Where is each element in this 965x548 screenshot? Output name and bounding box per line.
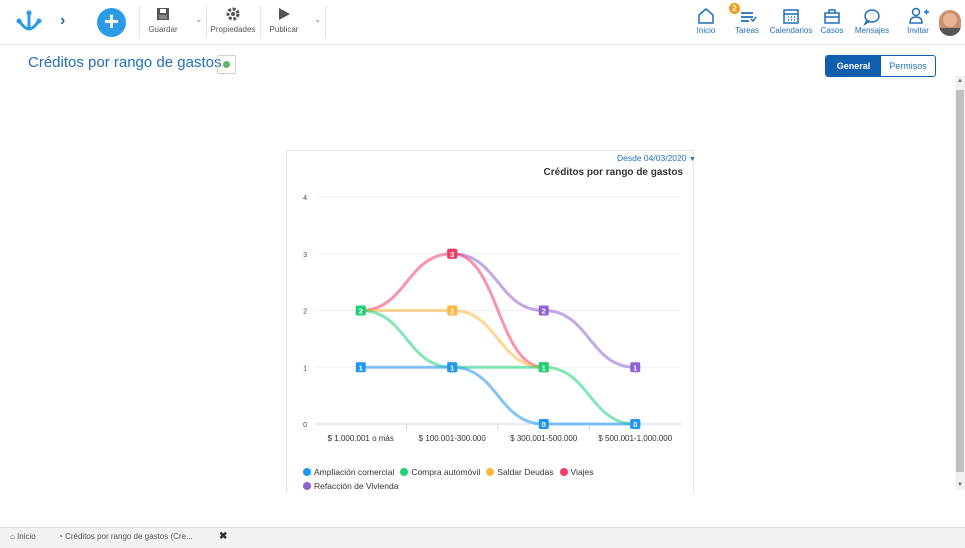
user-avatar[interactable] — [939, 10, 961, 36]
status-indicator-button[interactable] — [217, 55, 236, 74]
legend-label: Viajes — [570, 467, 594, 477]
scroll-up-arrow-icon[interactable]: ▲ — [957, 78, 963, 84]
publish-button[interactable]: Publicar — [268, 6, 300, 34]
y-tick-label: 1 — [303, 365, 307, 372]
data-point-label: 1 — [542, 363, 546, 372]
x-tick-label: $ 300.001-500.000 — [510, 434, 578, 443]
x-tick-label: $ 1.000.001 o más — [328, 434, 394, 443]
legend-item[interactable]: Compra automóvil — [400, 465, 480, 479]
save-button[interactable]: Guardar — [148, 6, 178, 34]
legend-item[interactable]: Ampliación comercial — [303, 465, 394, 479]
legend-label: Ampliación comercial — [314, 467, 395, 477]
y-tick-label: 3 — [303, 252, 307, 259]
data-point-label: 0 — [542, 420, 546, 429]
toolbar-divider — [260, 6, 261, 38]
nav-mensajes[interactable]: Mensajes — [854, 6, 890, 35]
legend-dot-icon — [559, 468, 568, 476]
series-line — [359, 365, 637, 426]
legend-label: Compra automóvil — [411, 467, 481, 477]
legend-label: Refacción de Vivienda — [314, 481, 399, 491]
chart-icon: ◔ — [58, 532, 63, 541]
data-point-label: 1 — [359, 363, 363, 372]
legend-item[interactable]: Saldar Deudas — [486, 465, 554, 479]
properties-label: Propiedades — [210, 25, 256, 34]
publish-label: Publicar — [269, 25, 299, 34]
bottom-tab-inicio[interactable]: ⌂ Inicio — [10, 532, 36, 541]
message-icon — [863, 9, 880, 26]
bottom-tab-current[interactable]: ◔ Créditos por rango de gastos (Cre... — [58, 532, 193, 541]
play-icon — [279, 8, 290, 20]
home-icon — [698, 8, 714, 24]
scrollbar-thumb[interactable] — [956, 90, 964, 472]
app-logo-icon[interactable] — [16, 9, 42, 35]
toolbar-divider — [139, 6, 140, 38]
properties-button[interactable]: Propiedades — [210, 6, 256, 34]
close-tab-icon[interactable]: ✖ — [219, 531, 227, 542]
data-point-label: 2 — [450, 307, 454, 316]
nav-calendarios[interactable]: Calendarios — [768, 6, 814, 35]
bottom-tab-current-label: Créditos por rango de gastos (Cre... — [65, 532, 193, 541]
nav-invitar-label: Invitar — [907, 26, 929, 35]
data-point-label: 0 — [633, 420, 637, 429]
chart-legend: Ampliación comercial Compra automóvil Sald… — [303, 465, 623, 493]
y-tick-label: 2 — [303, 309, 307, 316]
data-point-label: 1 — [633, 363, 637, 372]
tasks-count-badge: 2 — [729, 3, 740, 14]
calendar-icon — [783, 9, 799, 24]
vertical-scrollbar[interactable]: ▲ ▼ — [955, 76, 965, 490]
tab-general[interactable]: General — [826, 56, 881, 76]
scroll-down-arrow-icon[interactable]: ▼ — [957, 482, 963, 488]
top-toolbar: › + Guardar ⌄ Propiedades Publicar ⌄ Ini… — [0, 0, 965, 45]
nav-inicio-label: Inicio — [696, 26, 716, 35]
publish-dropdown-chevron-icon[interactable]: ⌄ — [314, 14, 322, 25]
legend-dot-icon — [400, 468, 409, 476]
line-chart: 0 1 2 3 4 $ 1.000.001 o más $ 100.001-300.000 $… — [303, 195, 681, 443]
add-new-button[interactable]: + — [97, 8, 126, 37]
legend-dot-icon — [303, 468, 311, 476]
save-icon — [157, 8, 169, 20]
invite-user-icon — [909, 7, 929, 24]
nav-inicio[interactable]: Inicio — [694, 6, 718, 35]
nav-casos-label: Casos — [820, 26, 844, 35]
chart-card: Desde 04/03/2020 ▼ Créditos por rango de… — [286, 150, 696, 493]
data-point-label: 3 — [450, 250, 454, 259]
legend-dot-icon — [303, 482, 311, 490]
briefcase-icon — [824, 9, 840, 24]
legend-item[interactable]: Viajes — [559, 465, 594, 479]
save-dropdown-chevron-icon[interactable]: ⌄ — [195, 14, 203, 25]
toolbar-divider — [206, 6, 207, 38]
y-tick-label: 4 — [303, 195, 307, 202]
bottom-tab-bar: ⌂ Inicio ◔ Créditos por rango de gastos … — [0, 527, 965, 548]
save-label: Guardar — [148, 25, 178, 34]
nav-tareas[interactable]: 2 Tareas — [729, 3, 761, 35]
x-tick-label: $ 100.001-300.000 — [419, 434, 487, 443]
data-point-label: 2 — [359, 307, 363, 316]
legend-dot-icon — [486, 468, 495, 476]
expand-menu-chevron-icon[interactable]: › — [60, 12, 65, 30]
tab-permisos[interactable]: Permisos — [881, 56, 935, 76]
legend-label: Saldar Deudas — [497, 467, 554, 477]
page-title: Créditos por rango de gastos — [28, 54, 222, 71]
nav-invitar[interactable]: Invitar — [905, 6, 931, 35]
home-icon: ⌂ — [10, 532, 15, 541]
x-tick-label: $ 500.001-1.000.000 — [598, 434, 672, 443]
y-tick-label: 0 — [303, 422, 307, 429]
bottom-tab-inicio-label: Inicio — [17, 532, 36, 541]
data-point-label: 1 — [450, 363, 454, 372]
legend-item[interactable]: Refacción de Vivienda — [303, 479, 398, 493]
nav-tareas-label: Tareas — [734, 26, 759, 35]
nav-mensajes-label: Mensajes — [854, 26, 890, 35]
nav-calendarios-label: Calendarios — [769, 26, 813, 35]
nav-casos[interactable]: Casos — [820, 6, 844, 35]
toolbar-divider — [325, 6, 326, 38]
gear-icon — [226, 7, 240, 21]
view-tabs: General Permisos — [825, 55, 936, 77]
data-point-label: 2 — [542, 307, 546, 316]
